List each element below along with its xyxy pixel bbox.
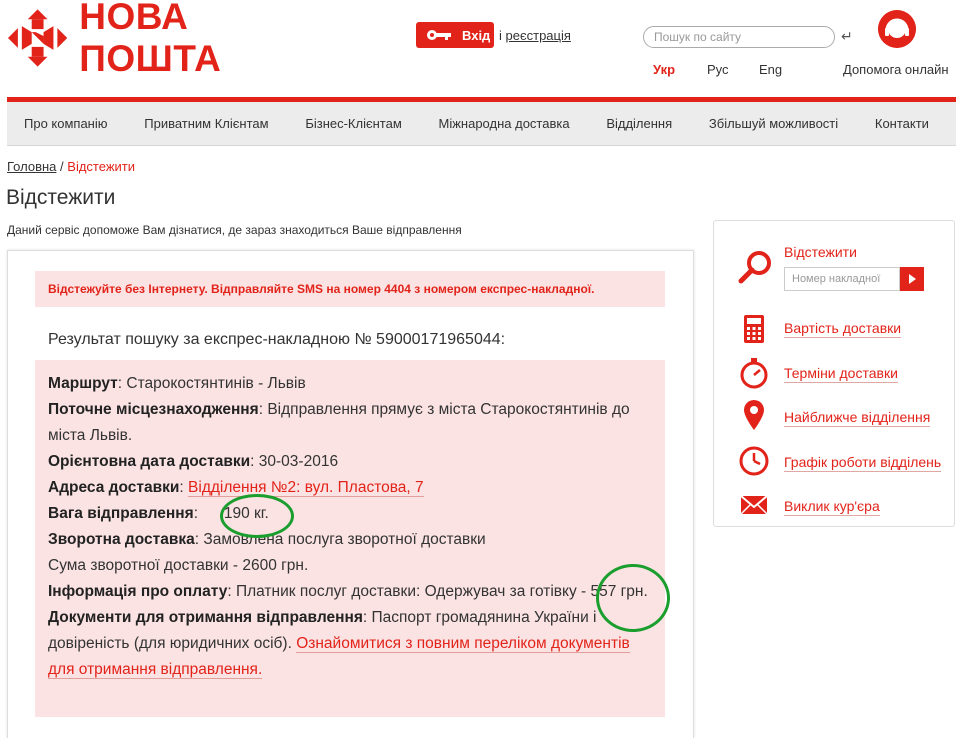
return-row: Зворотна доставка: Замовлена послуга зво… xyxy=(48,531,486,548)
weight-label: Вага відправлення xyxy=(48,505,194,522)
location-label: Поточне місцезнаходження xyxy=(48,401,259,418)
payment-label: Інформація про оплату xyxy=(48,583,228,600)
page-subtitle: Даний сервіс допоможе Вам дізнатися, де … xyxy=(7,223,462,237)
breadcrumb-separator: / xyxy=(60,159,64,174)
login-button[interactable]: Вхід xyxy=(416,22,494,48)
breadcrumb-current: Відстежити xyxy=(67,159,135,174)
payment-value: Платник послуг доставки: Одержувач за го… xyxy=(235,583,648,600)
route-label: Маршрут xyxy=(48,375,118,392)
stopwatch-icon xyxy=(740,358,768,389)
main-nav: Про компанію Приватним Клієнтам Бізнес-К… xyxy=(7,102,956,146)
sms-banner: Відстежуйте без Інтернету. Відправляйте … xyxy=(35,271,665,307)
lang-ukr[interactable]: Укр xyxy=(653,62,675,77)
return-label: Зворотна доставка xyxy=(48,531,195,548)
breadcrumb-home[interactable]: Головна xyxy=(7,159,56,174)
tracking-number-input[interactable]: Номер накладної xyxy=(784,267,900,291)
track-submit-button[interactable] xyxy=(900,267,924,291)
address-row: Адреса доставки: Відділення №2: вул. Пла… xyxy=(48,479,424,497)
clock-icon xyxy=(739,446,769,476)
register-link[interactable]: реєстрація xyxy=(506,28,571,43)
support-headset-icon[interactable] xyxy=(878,10,916,48)
sidebar-courier-call[interactable]: Виклик кур'єра xyxy=(784,497,880,516)
search-icon xyxy=(738,251,771,284)
nav-branches[interactable]: Відділення xyxy=(606,116,672,131)
sidebar-delivery-terms[interactable]: Терміни доставки xyxy=(784,364,898,383)
docs-label: Документи для отримання відправлення xyxy=(48,609,363,626)
nav-business-clients[interactable]: Бізнес-Клієнтам xyxy=(305,116,401,131)
annotation-circle-weight xyxy=(220,494,294,538)
sidebar: Відстежити Номер накладної Вартість дост… xyxy=(713,220,955,527)
page-title: Відстежити xyxy=(6,186,116,209)
breadcrumb: Головна / Відстежити xyxy=(7,159,135,174)
nav-international[interactable]: Міжнародна доставка xyxy=(439,116,570,131)
route-value: Старокостянтинів - Львів xyxy=(126,375,306,392)
annotation-circle-payment xyxy=(596,564,670,632)
date-row: Орієнтовна дата доставки: 30-03-2016 xyxy=(48,453,339,470)
address-label: Адреса доставки xyxy=(48,479,180,496)
register-prefix: і xyxy=(499,28,502,43)
docs-row: Документи для отримання відправлення: Па… xyxy=(48,609,630,679)
sidebar-delivery-cost[interactable]: Вартість доставки xyxy=(784,319,902,338)
map-pin-icon xyxy=(744,400,764,430)
date-label: Орієнтовна дата доставки xyxy=(48,453,251,470)
lang-rus[interactable]: Рус xyxy=(707,62,729,77)
enter-arrow-icon[interactable]: ↵ xyxy=(841,28,853,45)
key-icon xyxy=(427,30,451,40)
login-label: Вхід xyxy=(462,27,491,43)
logo-text: НОВА ПОШТА xyxy=(79,0,222,79)
nav-opportunities[interactable]: Збільшуй можливості xyxy=(709,116,838,131)
nav-private-clients[interactable]: Приватним Клієнтам xyxy=(144,116,268,131)
result-heading: Результат пошуку за експрес-накладною № … xyxy=(48,331,506,348)
date-value: 30-03-2016 xyxy=(258,453,339,470)
envelope-icon xyxy=(740,495,768,515)
nova-poshta-logo-icon xyxy=(8,9,68,67)
payment-row: Інформація про оплату: Платник послуг до… xyxy=(48,583,648,600)
tracking-details: Маршрут: Старокостянтинів - Львів Поточн… xyxy=(35,360,665,717)
sidebar-branch-schedule[interactable]: Графік роботи відділень xyxy=(784,453,942,472)
lang-eng[interactable]: Eng xyxy=(759,62,782,77)
sidebar-track-title: Відстежити xyxy=(784,244,857,260)
calculator-icon xyxy=(744,315,764,343)
route-row: Маршрут: Старокостянтинів - Львів xyxy=(48,375,306,392)
return-sum: Сума зворотної доставки - 2600 грн. xyxy=(48,557,309,574)
logo[interactable]: НОВА ПОШТА xyxy=(8,0,338,79)
help-online-link[interactable]: Допомога онлайн xyxy=(843,62,949,77)
nav-about[interactable]: Про компанію xyxy=(24,116,108,131)
sidebar-nearest-branch[interactable]: Найближче відділення xyxy=(784,408,931,427)
nav-contacts[interactable]: Контакти xyxy=(875,116,929,131)
site-search-input[interactable]: Пошук по сайту xyxy=(643,26,835,48)
address-link[interactable]: Відділення №2: вул. Пластова, 7 xyxy=(188,479,424,497)
register-area: і реєстрація xyxy=(499,28,571,43)
location-row: Поточне місцезнаходження: Відправлення п… xyxy=(48,401,630,444)
weight-row: Вага відправлення: 190 кг. xyxy=(48,505,269,522)
